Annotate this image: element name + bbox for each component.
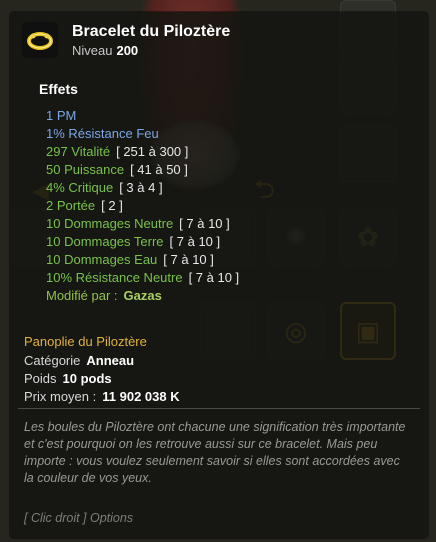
effect-line: 2 Portée [ 2 ] (46, 197, 239, 215)
effect-line: 10 Dommages Neutre [ 7 à 10 ] (46, 215, 239, 233)
effects-list: 1 PM 1% Résistance Feu 297 Vitalité [ 251 à… (46, 107, 239, 305)
effect-text: 4% Critique (46, 180, 114, 195)
options-hint[interactable]: [ Clic droit ] Options (24, 511, 133, 525)
effect-line: 10 Dommages Eau [ 7 à 10 ] (46, 251, 239, 269)
effect-text: 1% Résistance Feu (46, 126, 159, 141)
level-label: Niveau (72, 43, 113, 58)
modified-by-name: Gazas (123, 288, 162, 303)
effect-range: [ 7 à 10 ] (179, 216, 230, 231)
category-value: Anneau (86, 353, 135, 368)
effect-line: 10% Résistance Neutre [ 7 à 10 ] (46, 269, 239, 287)
effect-text: 2 Portée (46, 198, 96, 213)
weight-row: Poids 10 pods (24, 370, 180, 388)
set-name: Panoplie du Piloztère (24, 334, 147, 349)
divider (18, 408, 420, 409)
effect-range: [ 7 à 10 ] (188, 270, 240, 285)
item-description: Les boules du Piloztère ont chacune une … (24, 420, 406, 485)
category-row: Catégorie Anneau (24, 352, 180, 370)
effect-line: 1% Résistance Feu (46, 125, 239, 143)
effect-line: 4% Critique [ 3 à 4 ] (46, 179, 239, 197)
item-info: Catégorie Anneau Poids 10 pods Prix moyen … (24, 352, 180, 406)
effect-range: [ 251 à 300 ] (116, 144, 189, 159)
weight-value: 10 pods (62, 371, 112, 386)
price-value: 11 902 038 K (102, 389, 180, 404)
effect-text: 297 Vitalité (46, 144, 111, 159)
item-tooltip: Bracelet du Piloztère Niveau 200 Effets 1… (10, 12, 428, 538)
level-value: 200 (116, 43, 139, 58)
item-name: Bracelet du Piloztère (72, 23, 231, 40)
price-label: Prix moyen : (24, 389, 97, 404)
effect-text: 1 PM (46, 108, 77, 123)
effect-text: 10 Dommages Terre (46, 234, 164, 249)
item-level: Niveau 200 (72, 43, 230, 58)
effect-line: 297 Vitalité [ 251 à 300 ] (46, 143, 239, 161)
effect-range: [ 3 à 4 ] (119, 180, 163, 195)
effect-line: 1 PM (46, 107, 239, 125)
weight-label: Poids (24, 371, 57, 386)
effect-range: [ 2 ] (101, 198, 123, 213)
effect-text: 10 Dommages Eau (46, 252, 158, 267)
modified-label: Modifié par : (46, 288, 118, 303)
effect-text: 50 Puissance (46, 162, 125, 177)
modified-by: Modifié par : Gazas (46, 287, 239, 305)
effect-line: 10 Dommages Terre [ 7 à 10 ] (46, 233, 239, 251)
effect-range: [ 7 à 10 ] (163, 252, 214, 267)
effect-line: 50 Puissance [ 41 à 50 ] (46, 161, 239, 179)
effect-range: [ 7 à 10 ] (169, 234, 221, 249)
effect-range: [ 41 à 50 ] (130, 162, 188, 177)
price-row: Prix moyen : 11 902 038 K (24, 388, 180, 406)
category-label: Catégorie (24, 353, 81, 368)
gold-bracelet-icon (22, 22, 58, 58)
effects-title: Effets (39, 81, 78, 97)
effect-text: 10 Dommages Neutre (46, 216, 174, 231)
effect-text: 10% Résistance Neutre (46, 270, 183, 285)
item-header: Bracelet du Piloztère Niveau 200 (22, 22, 230, 58)
